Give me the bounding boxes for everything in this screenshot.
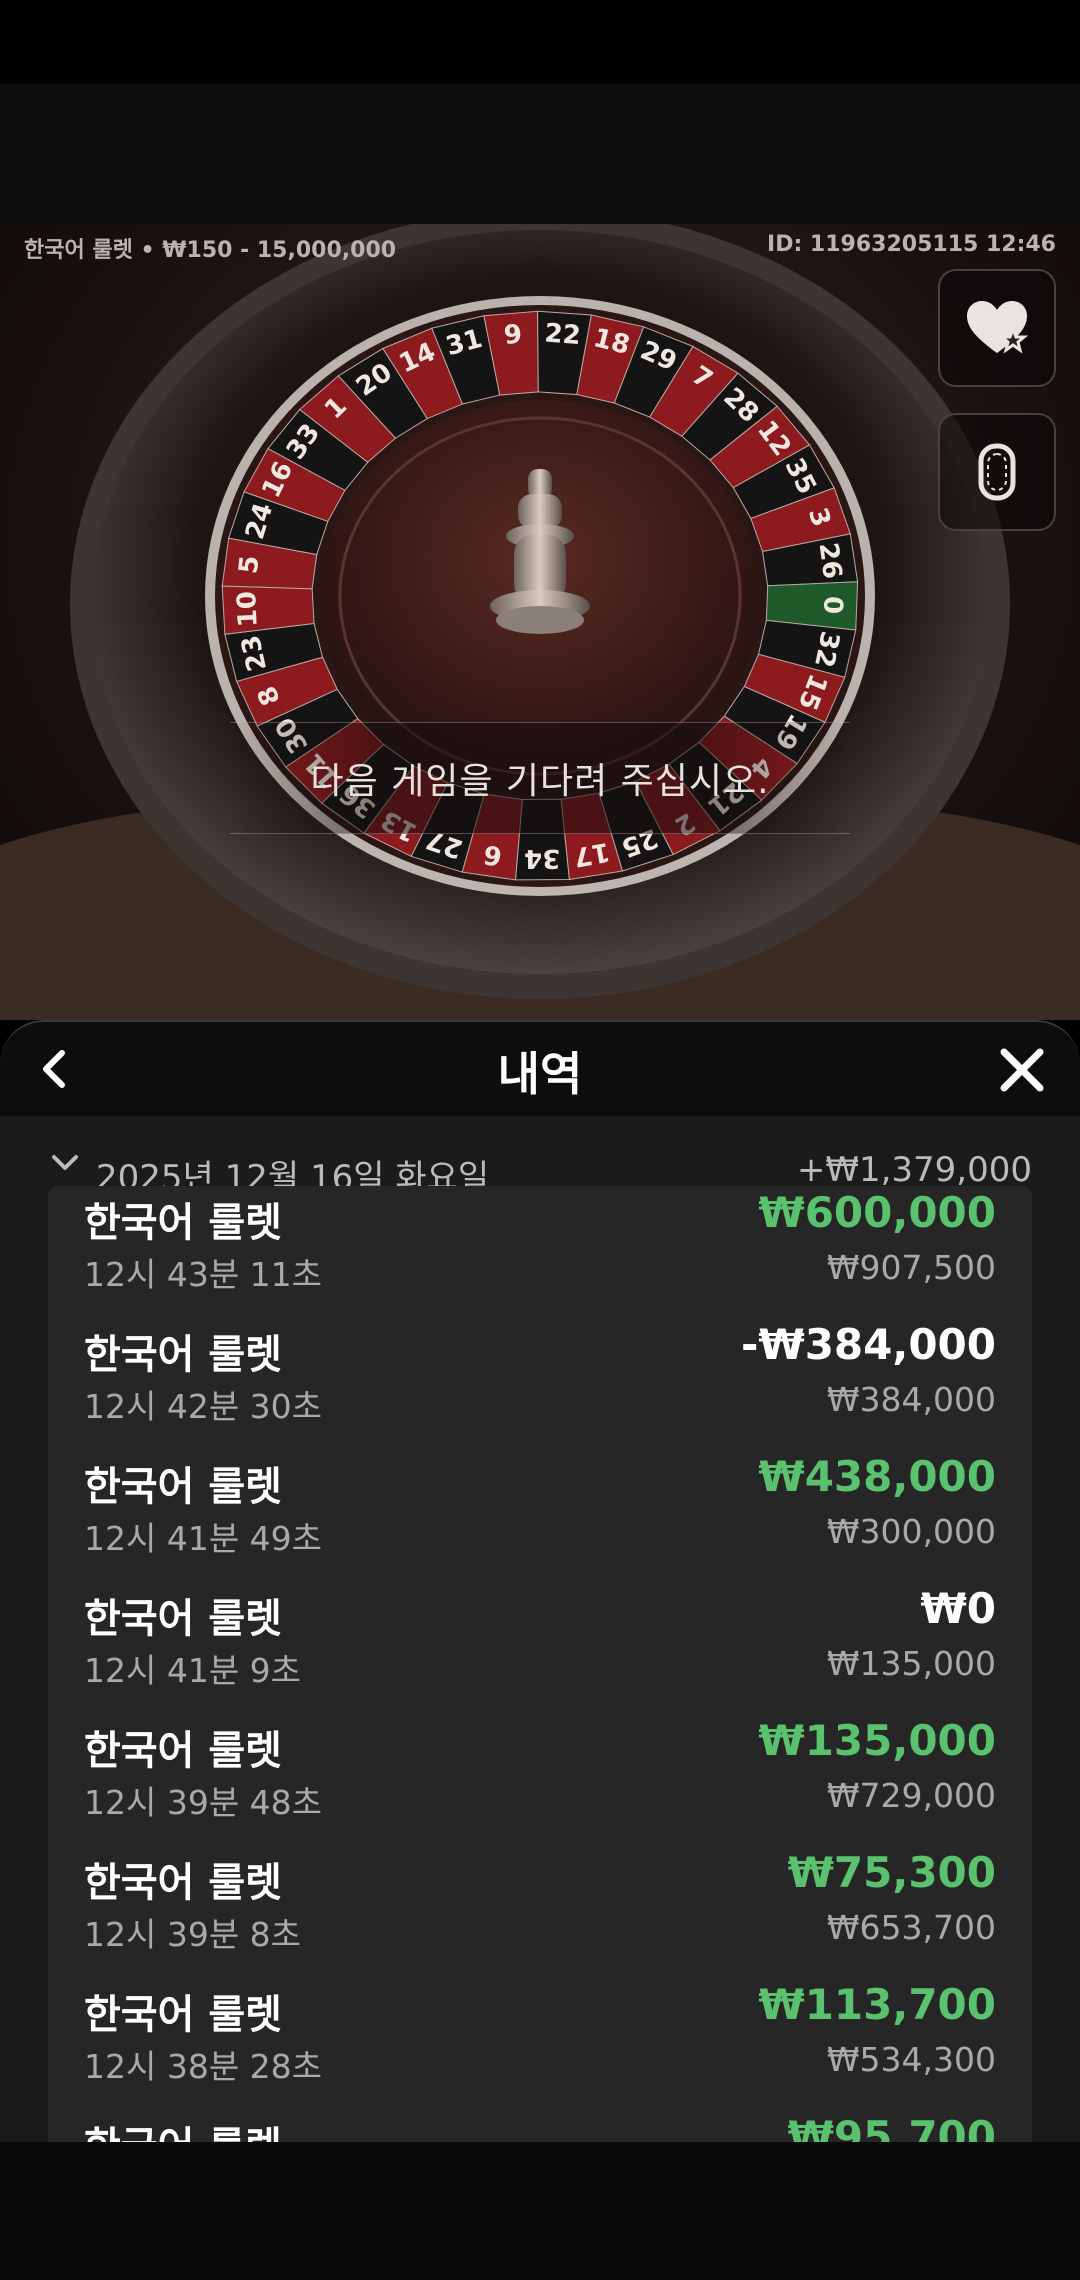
result-amount: ₩95,700: [787, 2112, 996, 2142]
wheel-number: 34: [524, 843, 560, 873]
result-amount: ₩438,000: [758, 1452, 996, 1501]
history-row[interactable]: 한국어 룰렛 12시 41분 9초 ₩0 ₩135,000: [48, 1582, 1032, 1714]
game-name: 한국어 룰렛: [84, 2114, 282, 2142]
game-name: 한국어 룰렛: [84, 1464, 282, 1510]
game-name: 한국어 룰렛: [84, 1200, 282, 1246]
navigation-bar: [0, 2142, 1080, 2280]
bet-amount: ₩653,700: [826, 1908, 996, 1947]
result-amount: ₩113,700: [758, 1980, 996, 2029]
result-amount: ₩0: [920, 1584, 996, 1633]
history-row[interactable]: 한국어 룰렛 12시 39분 48초 ₩135,000 ₩729,000: [48, 1714, 1032, 1846]
round-time: 12시 39분 8초: [84, 1915, 302, 1954]
bet-amount: ₩384,000: [826, 1380, 996, 1419]
bet-amount: ₩135,000: [826, 1644, 996, 1683]
date-total: +₩1,379,000: [796, 1150, 1032, 1190]
round-time: 12시 41분 9초: [84, 1651, 302, 1690]
wheel-number: 9: [503, 319, 524, 351]
history-sheet: 내역 2025년 12월 16일 화요일 +₩1,379,000 한국어 룰렛 …: [0, 1020, 1080, 2142]
history-row[interactable]: 한국어 룰렛 12시 39분 8초 ₩75,300 ₩653,700: [48, 1846, 1032, 1978]
history-list: 한국어 룰렛 12시 43분 11초 ₩600,000 ₩907,500 한국어…: [48, 1186, 1032, 2142]
wait-message: 다음 게임을 기다려 주십시오.: [230, 722, 850, 834]
round-time: 12시 42분 30초: [84, 1387, 323, 1426]
roulette-wheel: 5241633120143192218297281235326032151942…: [70, 224, 1010, 999]
game-limits-info: 한국어 룰렛 • ₩150 - 15,000,000: [24, 238, 397, 263]
bet-amount: ₩907,500: [826, 1248, 996, 1287]
bet-amount: ₩534,300: [826, 2040, 996, 2079]
chevron-down-icon: [52, 1155, 78, 1170]
wheel-number: 0: [817, 596, 848, 615]
game-name: 한국어 룰렛: [84, 1332, 282, 1378]
close-button[interactable]: [994, 1042, 1050, 1098]
wheel-number: 5: [234, 554, 266, 576]
favorite-button[interactable]: [938, 269, 1056, 387]
bet-amount: ₩300,000: [826, 1512, 996, 1551]
wheel-number: 26: [813, 541, 848, 581]
round-time: 12시 38분 28초: [84, 2047, 323, 2086]
race-track-button[interactable]: [938, 413, 1056, 531]
wheel-number: 17: [571, 836, 612, 872]
top-spacer: [0, 84, 1080, 224]
game-name: 한국어 룰렛: [84, 1992, 282, 2038]
round-time: 12시 41분 49초: [84, 1519, 323, 1558]
sheet-title: 내역: [497, 1047, 583, 1101]
round-time: 12시 39분 48초: [84, 1783, 323, 1822]
result-amount: ₩75,300: [787, 1848, 996, 1897]
game-name: 한국어 룰렛: [84, 1728, 282, 1774]
history-row[interactable]: 한국어 룰렛 ₩95,700: [48, 2110, 1032, 2142]
wheel-number: 10: [232, 590, 264, 628]
history-row[interactable]: 한국어 룰렛 12시 41분 49초 ₩438,000 ₩300,000: [48, 1450, 1032, 1582]
bet-amount: ₩729,000: [826, 1776, 996, 1815]
live-video-area: 5241633120143192218297281235326032151942…: [0, 224, 1080, 1020]
result-amount: ₩600,000: [758, 1188, 996, 1237]
result-amount: -₩384,000: [740, 1320, 996, 1369]
round-time: 12시 43분 11초: [84, 1255, 323, 1294]
status-bar: [0, 0, 1080, 84]
history-row[interactable]: 한국어 룰렛 12시 43분 11초 ₩600,000 ₩907,500: [48, 1186, 1032, 1318]
race-track-icon: [978, 443, 1016, 501]
heart-star-icon: [967, 301, 1029, 354]
game-id-time: ID: 11963205115 12:46: [767, 232, 1056, 257]
history-row[interactable]: 한국어 룰렛 12시 42분 30초 -₩384,000 ₩384,000: [48, 1318, 1032, 1450]
history-row[interactable]: 한국어 룰렛 12시 38분 28초 ₩113,700 ₩534,300: [48, 1978, 1032, 2110]
game-name: 한국어 룰렛: [84, 1860, 282, 1906]
game-name: 한국어 룰렛: [84, 1596, 282, 1642]
wheel-number: 22: [543, 318, 581, 351]
close-icon: [1000, 1048, 1044, 1092]
result-amount: ₩135,000: [758, 1716, 996, 1765]
sheet-header: 내역: [0, 1020, 1080, 1116]
